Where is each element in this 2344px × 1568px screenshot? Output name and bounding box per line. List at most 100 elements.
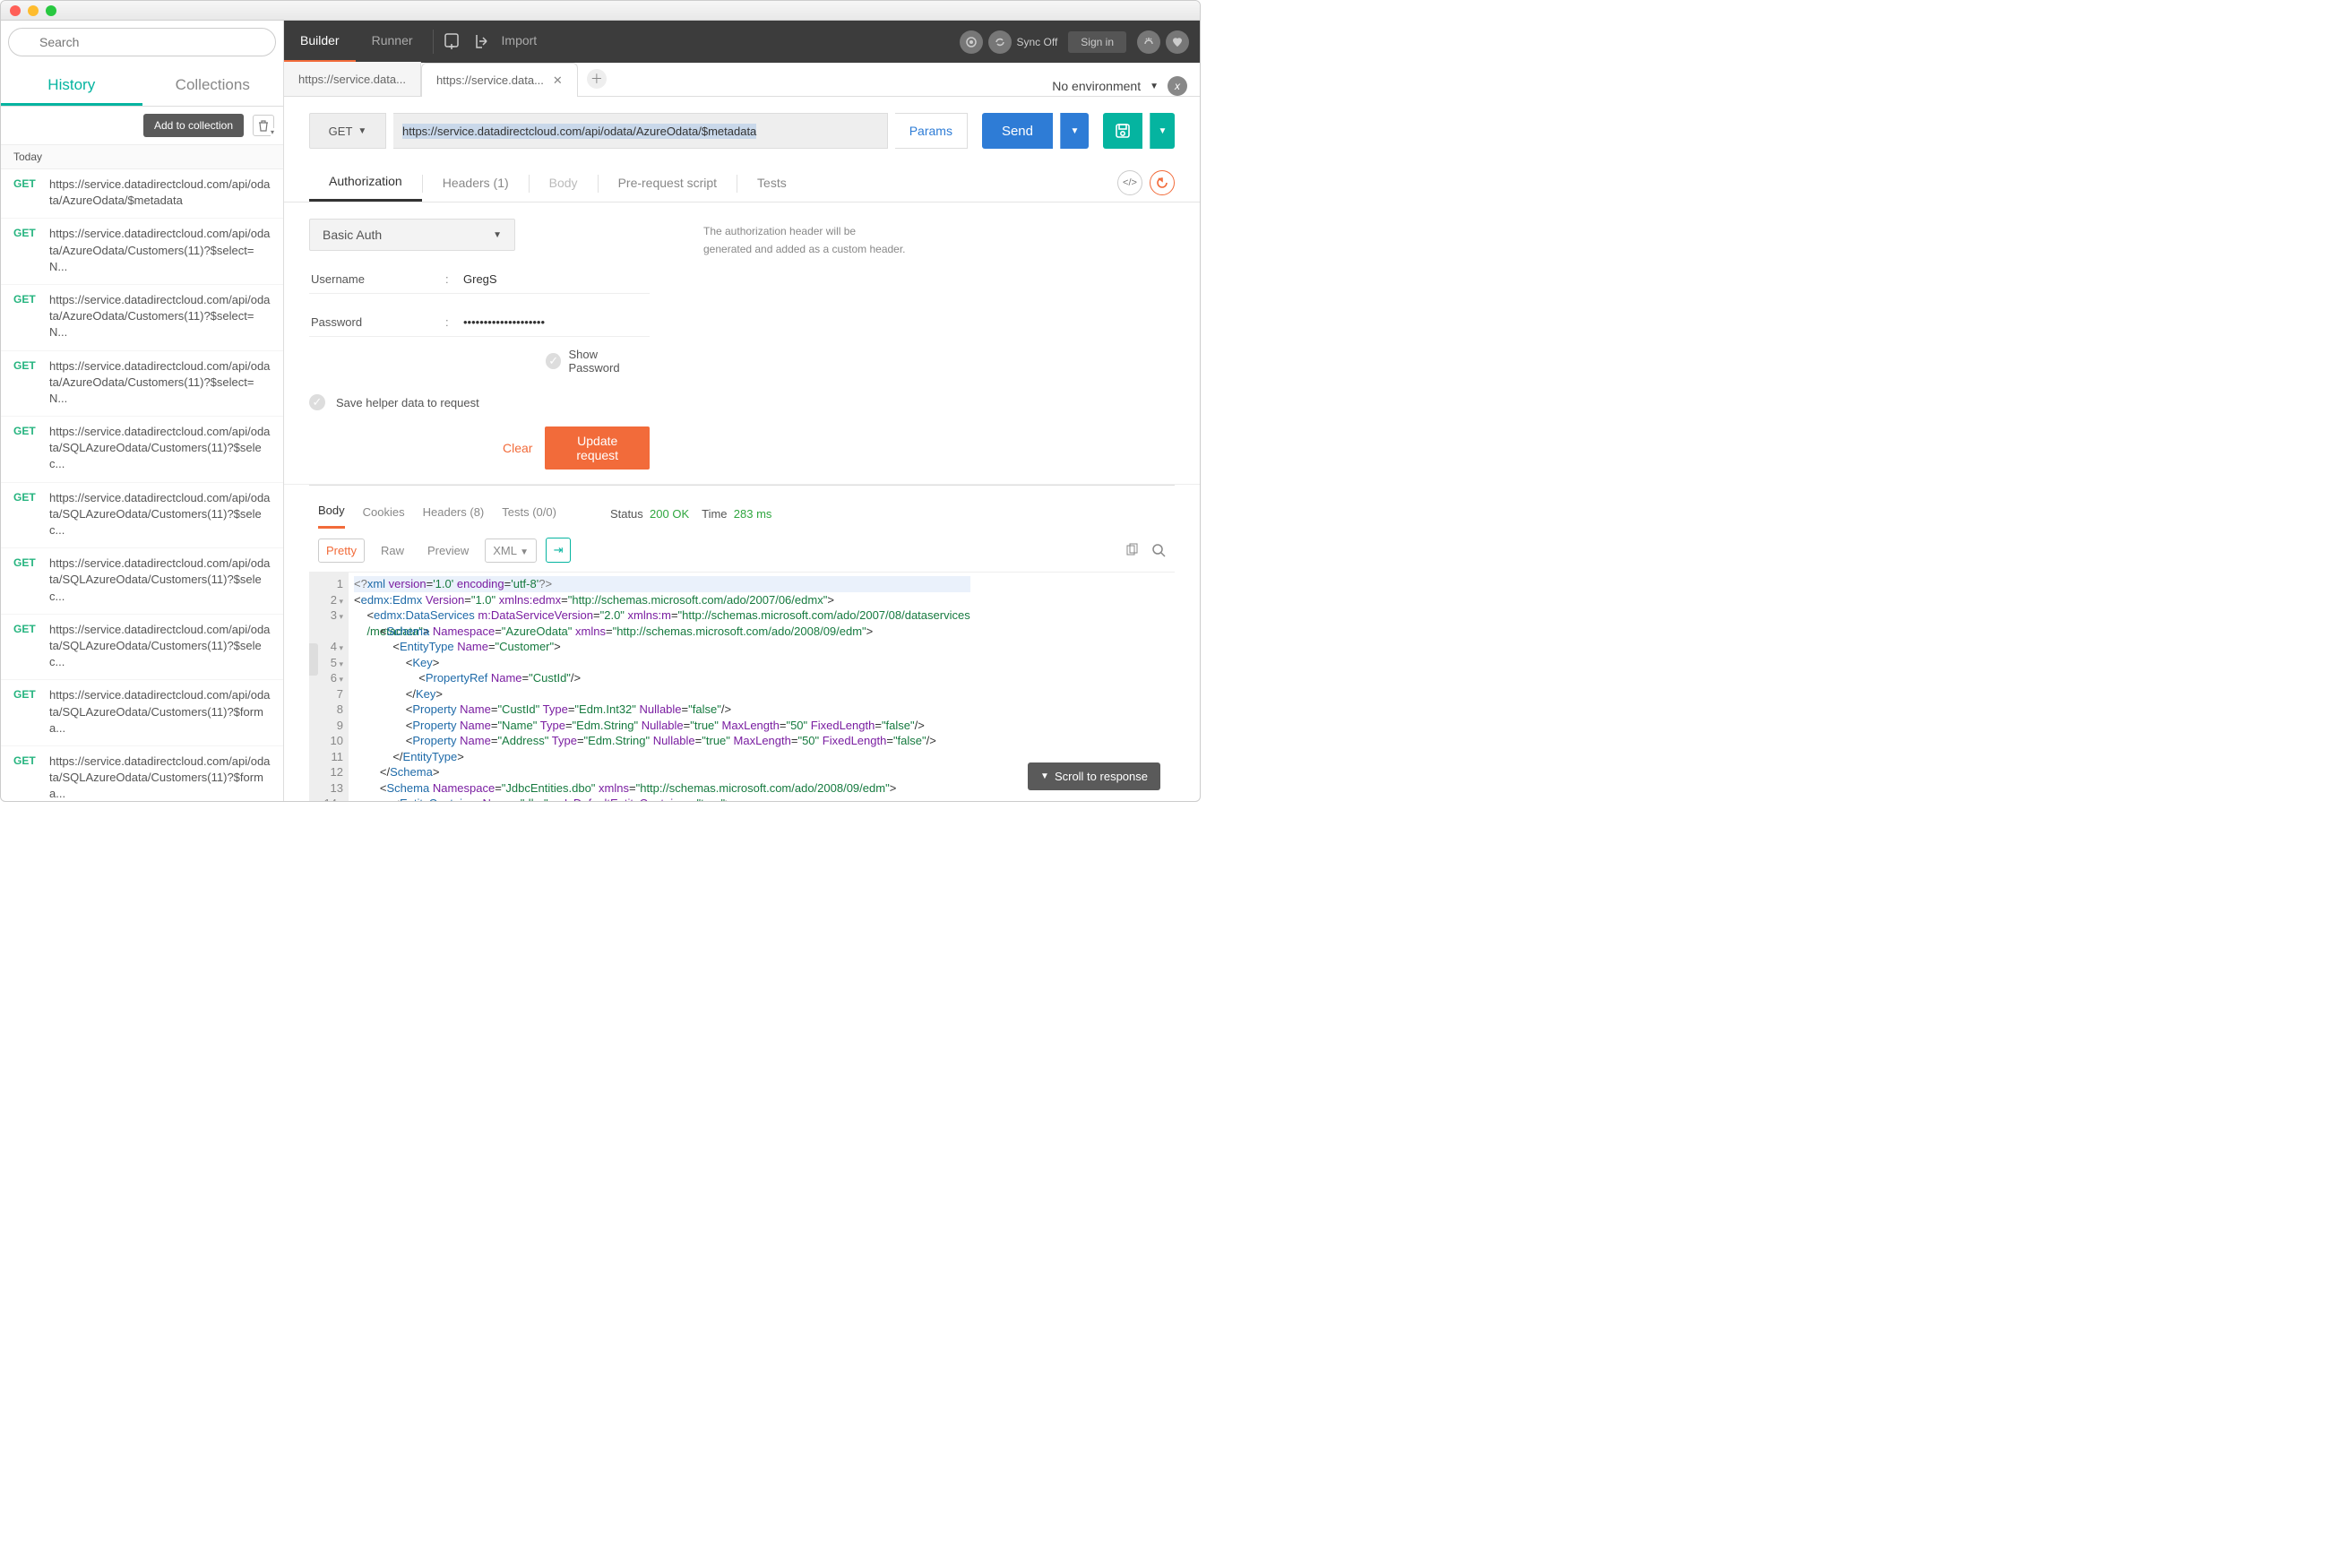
history-url: https://service.datadirectcloud.com/api/… xyxy=(49,687,271,737)
resp-tab-cookies[interactable]: Cookies xyxy=(363,500,405,528)
new-tab-icon[interactable] xyxy=(441,30,464,53)
save-helper-label: Save helper data to request xyxy=(336,396,479,409)
env-quicklook-icon[interactable]: x xyxy=(1168,76,1187,96)
save-helper-row[interactable]: ✓ Save helper data to request xyxy=(309,394,650,410)
import-icon[interactable] xyxy=(471,30,495,53)
format-select[interactable]: XML ▼ xyxy=(485,538,537,563)
history-item[interactable]: GEThttps://service.datadirectcloud.com/a… xyxy=(1,548,283,615)
history-url: https://service.datadirectcloud.com/api/… xyxy=(49,177,271,209)
auth-area: Basic Auth ▼ Username : GregS Password :… xyxy=(284,202,1200,485)
sign-in-button[interactable]: Sign in xyxy=(1068,31,1126,53)
checkbox-icon[interactable]: ✓ xyxy=(309,394,325,410)
tab-history[interactable]: History xyxy=(1,65,142,106)
ed-tab-prerequest[interactable]: Pre-request script xyxy=(599,167,737,201)
mac-max-icon[interactable] xyxy=(46,5,56,16)
env-label: No environment xyxy=(1052,79,1141,93)
ed-tab-tests[interactable]: Tests xyxy=(737,167,806,201)
save-button[interactable] xyxy=(1103,113,1142,149)
history-url: https://service.datadirectcloud.com/api/… xyxy=(49,490,271,539)
wrap-lines-icon[interactable]: ⇥ xyxy=(546,538,571,563)
auth-note: The authorization header will be generat… xyxy=(703,219,954,470)
resp-tab-body[interactable]: Body xyxy=(318,498,345,529)
chevron-down-icon: ▼ xyxy=(1150,82,1159,91)
response-toolbar: Pretty Raw Preview XML ▼ ⇥ xyxy=(309,529,1175,573)
add-tab-button[interactable]: ＋ xyxy=(587,69,607,89)
chevron-down-icon: ▼ xyxy=(493,230,502,240)
history-item[interactable]: GEThttps://service.datadirectcloud.com/a… xyxy=(1,219,283,285)
ed-tab-body[interactable]: Body xyxy=(530,167,598,201)
save-icon xyxy=(1115,123,1131,139)
history-method: GET xyxy=(13,358,40,408)
response-meta: Status 200 OK Time 283 ms xyxy=(610,507,771,521)
history-method: GET xyxy=(13,292,40,341)
search-response-icon[interactable] xyxy=(1151,543,1166,557)
settings-icon[interactable] xyxy=(1137,30,1160,54)
history-method: GET xyxy=(13,177,40,209)
tab-collections[interactable]: Collections xyxy=(142,65,284,106)
reset-icon[interactable] xyxy=(1150,170,1175,195)
sync-icon[interactable] xyxy=(988,30,1012,54)
view-raw[interactable]: Raw xyxy=(374,539,411,562)
update-request-button[interactable]: Update request xyxy=(545,426,650,470)
history-item[interactable]: GEThttps://service.datadirectcloud.com/a… xyxy=(1,615,283,681)
history-item[interactable]: GEThttps://service.datadirectcloud.com/a… xyxy=(1,483,283,549)
send-dropdown[interactable]: ▼ xyxy=(1060,113,1089,149)
show-password-row[interactable]: ✓ Show Password xyxy=(309,348,650,375)
mac-close-icon[interactable] xyxy=(10,5,21,16)
main: Builder Runner Import Sync Off Sign in h… xyxy=(284,21,1200,801)
username-row: Username : GregS xyxy=(309,267,650,294)
history-item[interactable]: GEThttps://service.datadirectcloud.com/a… xyxy=(1,285,283,351)
resp-tab-tests[interactable]: Tests (0/0) xyxy=(502,500,556,528)
topbar-builder[interactable]: Builder xyxy=(284,21,356,63)
interceptor-icon[interactable] xyxy=(960,30,983,54)
view-pretty[interactable]: Pretty xyxy=(318,538,365,563)
resp-tab-headers[interactable]: Headers (8) xyxy=(423,500,485,528)
show-password-label: Show Password xyxy=(568,348,650,375)
editor-tabs: Authorization Headers (1) Body Pre-reque… xyxy=(284,165,1200,202)
history-item[interactable]: GEThttps://service.datadirectcloud.com/a… xyxy=(1,417,283,483)
heart-icon[interactable] xyxy=(1166,30,1189,54)
clear-button[interactable]: Clear xyxy=(503,441,532,455)
request-row: GET ▼ https://service.datadirectcloud.co… xyxy=(284,97,1200,165)
url-input[interactable]: https://service.datadirectcloud.com/api/… xyxy=(393,113,888,149)
mac-title-bar xyxy=(1,1,1200,21)
request-tab-0[interactable]: https://service.data... xyxy=(284,62,421,96)
username-label: Username xyxy=(311,272,445,286)
url-text: https://service.datadirectcloud.com/api/… xyxy=(402,124,756,139)
clear-history-button[interactable] xyxy=(253,115,274,136)
drag-handle-icon[interactable] xyxy=(309,643,318,676)
topbar-runner[interactable]: Runner xyxy=(356,21,429,63)
close-tab-icon[interactable]: ✕ xyxy=(553,73,563,88)
response-tabs: Body Cookies Headers (8) Tests (0/0) Sta… xyxy=(309,486,1175,529)
chevron-down-icon: ▼ xyxy=(358,126,366,136)
add-to-collection-button[interactable]: Add to collection xyxy=(143,114,244,137)
scroll-to-response-button[interactable]: ▼ Scroll to response xyxy=(1028,762,1160,790)
history-item[interactable]: GEThttps://service.datadirectcloud.com/a… xyxy=(1,746,283,801)
password-value[interactable]: •••••••••••••••••••• xyxy=(463,315,545,329)
copy-icon[interactable] xyxy=(1125,543,1139,557)
method-selector[interactable]: GET ▼ xyxy=(309,113,386,149)
history-method: GET xyxy=(13,754,40,801)
history-item[interactable]: GEThttps://service.datadirectcloud.com/a… xyxy=(1,351,283,418)
mac-min-icon[interactable] xyxy=(28,5,39,16)
checkbox-icon[interactable]: ✓ xyxy=(546,353,561,369)
save-dropdown[interactable]: ▼ xyxy=(1150,113,1175,149)
history-item[interactable]: GET https://service.datadirectcloud.com/a… xyxy=(1,169,283,219)
code-snippet-icon[interactable]: </> xyxy=(1117,170,1142,195)
request-tab-1[interactable]: https://service.data... ✕ xyxy=(421,63,578,97)
view-preview[interactable]: Preview xyxy=(420,539,476,562)
environment-selector[interactable]: No environment ▼ x xyxy=(1052,76,1200,96)
search-input[interactable] xyxy=(8,28,276,56)
history-day-header: Today xyxy=(1,144,283,168)
params-button[interactable]: Params xyxy=(895,113,968,149)
username-value[interactable]: GregS xyxy=(463,272,497,286)
sidebar-toolbar: Add to collection xyxy=(1,107,283,144)
ed-tab-headers[interactable]: Headers (1) xyxy=(423,167,529,201)
history-url: https://service.datadirectcloud.com/api/… xyxy=(49,226,271,275)
history-item[interactable]: GEThttps://service.datadirectcloud.com/a… xyxy=(1,680,283,746)
history-method: GET xyxy=(13,424,40,473)
auth-type-select[interactable]: Basic Auth ▼ xyxy=(309,219,515,251)
topbar-import[interactable]: Import xyxy=(498,21,554,63)
send-button[interactable]: Send xyxy=(982,113,1053,149)
ed-tab-authorization[interactable]: Authorization xyxy=(309,165,422,202)
